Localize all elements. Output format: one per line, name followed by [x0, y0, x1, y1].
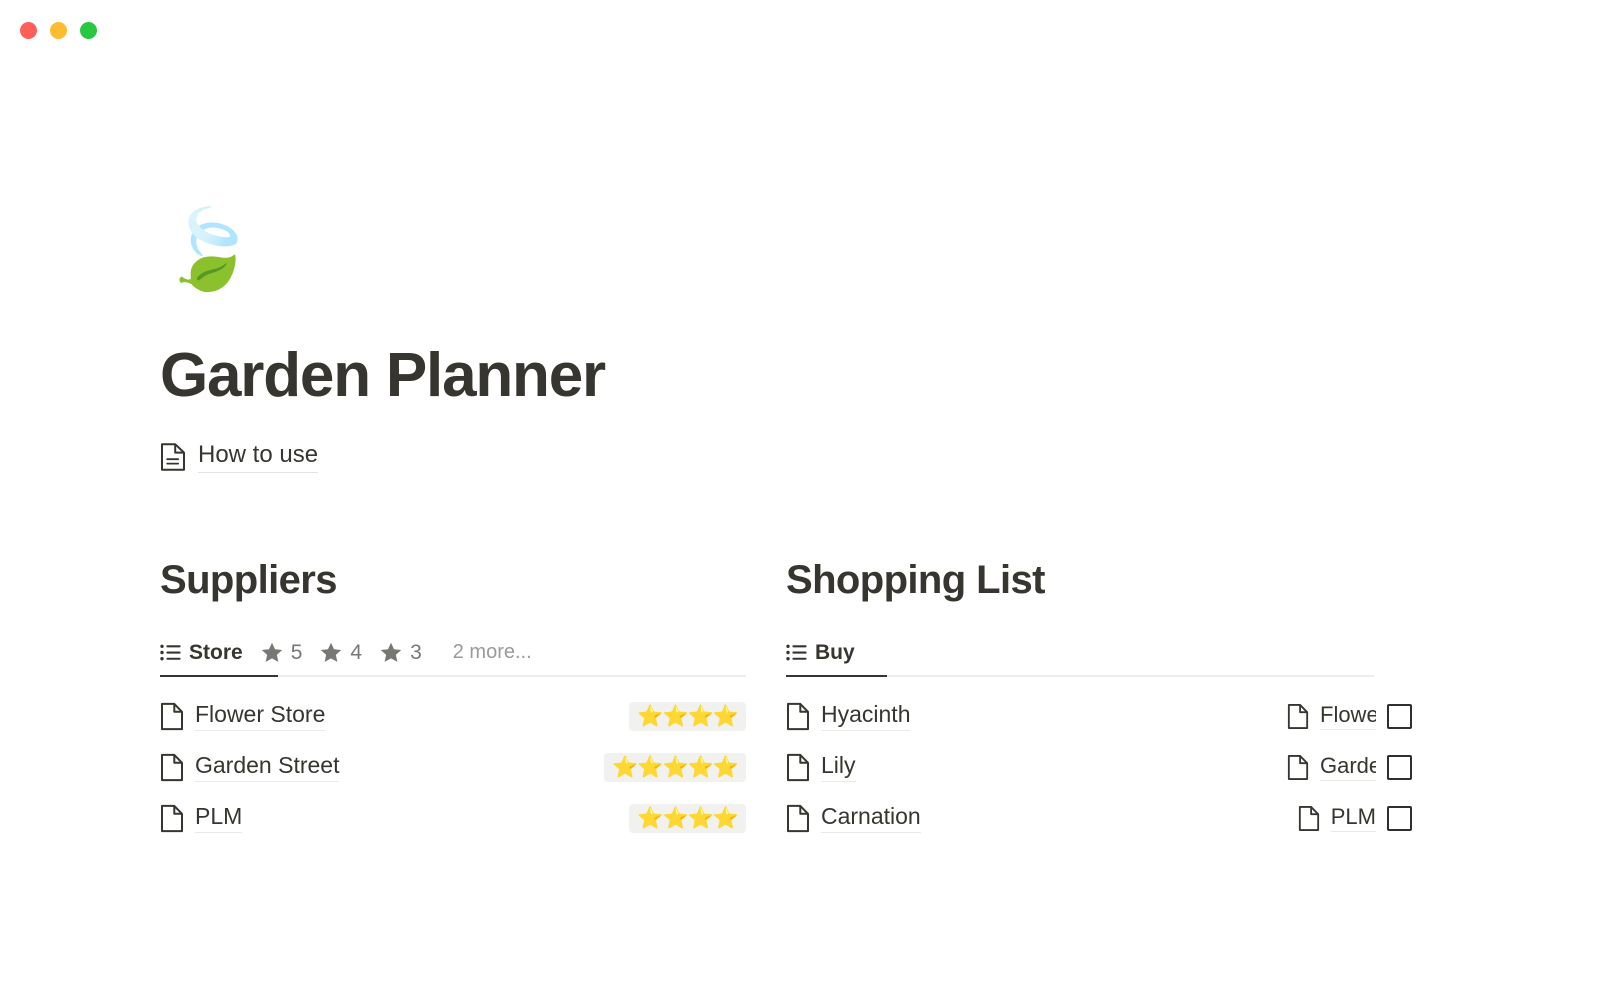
page-icon	[1298, 805, 1320, 832]
supplier-relation-cell[interactable]: PLM	[1298, 804, 1412, 833]
shopping-list-tabs-divider	[786, 674, 1374, 678]
tab-store-label: Store	[189, 640, 243, 664]
table-row[interactable]: Garden Street ⭐⭐⭐⭐⭐	[160, 742, 746, 793]
bought-checkbox[interactable]	[1387, 754, 1412, 780]
close-window-button[interactable]	[20, 21, 37, 39]
rating-badge[interactable]: ⭐⭐⭐⭐⭐	[604, 752, 746, 782]
shopping-list-rows: Hyacinth Flower Store	[786, 691, 1412, 844]
page-lines-icon	[160, 442, 186, 472]
tab-store[interactable]: Store	[160, 631, 252, 675]
table-row[interactable]: Carnation PLM	[786, 793, 1412, 844]
page-scroll-area[interactable]: 🍃 Garden Planner How to use Suppliers St…	[0, 60, 1600, 1000]
subpage-link-label[interactable]: How to use	[198, 441, 319, 473]
star-icon	[261, 642, 283, 663]
suppliers-database: Suppliers Store 5 4 3 2 more... Flower S…	[160, 557, 786, 844]
page-icon	[160, 702, 184, 731]
supplier-relation-label[interactable]: Flower Store	[1320, 702, 1376, 731]
bought-checkbox[interactable]	[1387, 703, 1412, 729]
page-content: 🍃 Garden Planner How to use Suppliers St…	[160, 60, 1412, 844]
page-icon	[786, 753, 810, 782]
star-icon	[320, 642, 342, 663]
list-view-icon	[160, 644, 181, 661]
item-name[interactable]: Lily	[821, 752, 856, 782]
table-row[interactable]: Hyacinth Flower Store	[786, 691, 1412, 742]
bought-checkbox[interactable]	[1387, 805, 1412, 831]
list-view-icon	[786, 644, 807, 661]
traffic-light-group	[20, 21, 97, 39]
zoom-window-button[interactable]	[80, 21, 97, 39]
supplier-name[interactable]: PLM	[195, 803, 243, 833]
rating-badge[interactable]: ⭐⭐⭐⭐	[629, 803, 746, 833]
tab-more-views[interactable]: 2 more...	[431, 631, 541, 675]
supplier-relation-label[interactable]: PLM	[1330, 804, 1376, 833]
item-name[interactable]: Carnation	[821, 803, 921, 833]
tab-buy[interactable]: Buy	[786, 631, 864, 675]
supplier-name[interactable]: Garden Street	[195, 752, 340, 782]
database-columns: Suppliers Store 5 4 3 2 more... Flower S…	[160, 557, 1412, 844]
app-window: 🍃 Garden Planner How to use Suppliers St…	[0, 0, 1600, 1000]
page-icon	[786, 804, 810, 833]
page-icon	[1287, 754, 1309, 781]
page-icon	[786, 702, 810, 731]
suppliers-rows: Flower Store ⭐⭐⭐⭐ Garden Street ⭐⭐⭐⭐⭐ PL…	[160, 691, 746, 844]
shopping-list-database: Shopping List Buy Hyacinth Flow Lily Gar…	[786, 557, 1412, 844]
page-icon	[160, 753, 184, 782]
active-tab-indicator	[160, 674, 278, 678]
suppliers-view-tabs: Store 5 4 3 2 more...	[160, 631, 746, 675]
supplier-relation-cell[interactable]: Flower Store	[1287, 702, 1412, 731]
active-tab-indicator	[786, 674, 887, 678]
leaf-fluttering-in-wind-icon[interactable]: 🍃	[160, 210, 1412, 320]
shopping-list-view-tabs: Buy	[786, 631, 1412, 675]
table-row[interactable]: PLM ⭐⭐⭐⭐	[160, 793, 746, 844]
tab-rating-4-label: 4	[350, 640, 363, 664]
window-titlebar	[0, 0, 1600, 60]
tab-rating-5[interactable]: 5	[252, 631, 312, 675]
page-title[interactable]: Garden Planner	[160, 341, 1412, 410]
tab-rating-3-label: 3	[410, 640, 422, 664]
item-name[interactable]: Hyacinth	[821, 701, 911, 731]
suppliers-title[interactable]: Suppliers	[160, 557, 746, 603]
page-icon	[1287, 703, 1309, 730]
table-row[interactable]: Lily Garden Street	[786, 742, 1412, 793]
table-row[interactable]: Flower Store ⭐⭐⭐⭐	[160, 691, 746, 742]
supplier-name[interactable]: Flower Store	[195, 701, 326, 731]
tab-rating-5-label: 5	[290, 640, 303, 664]
supplier-relation-label[interactable]: Garden Street	[1320, 753, 1376, 782]
minimize-window-button[interactable]	[50, 21, 67, 39]
page-icon	[160, 804, 184, 833]
tab-buy-label: Buy	[815, 640, 855, 664]
star-icon	[380, 642, 402, 663]
tab-more-views-label: 2 more...	[452, 641, 532, 664]
suppliers-tabs-divider	[160, 674, 746, 678]
shopping-list-title[interactable]: Shopping List	[786, 557, 1412, 603]
subpage-link-how-to-use[interactable]: How to use	[160, 441, 1412, 473]
tab-rating-3[interactable]: 3	[371, 631, 431, 675]
supplier-relation-cell[interactable]: Garden Street	[1287, 753, 1412, 782]
rating-badge[interactable]: ⭐⭐⭐⭐	[629, 701, 746, 731]
tab-rating-4[interactable]: 4	[311, 631, 371, 675]
